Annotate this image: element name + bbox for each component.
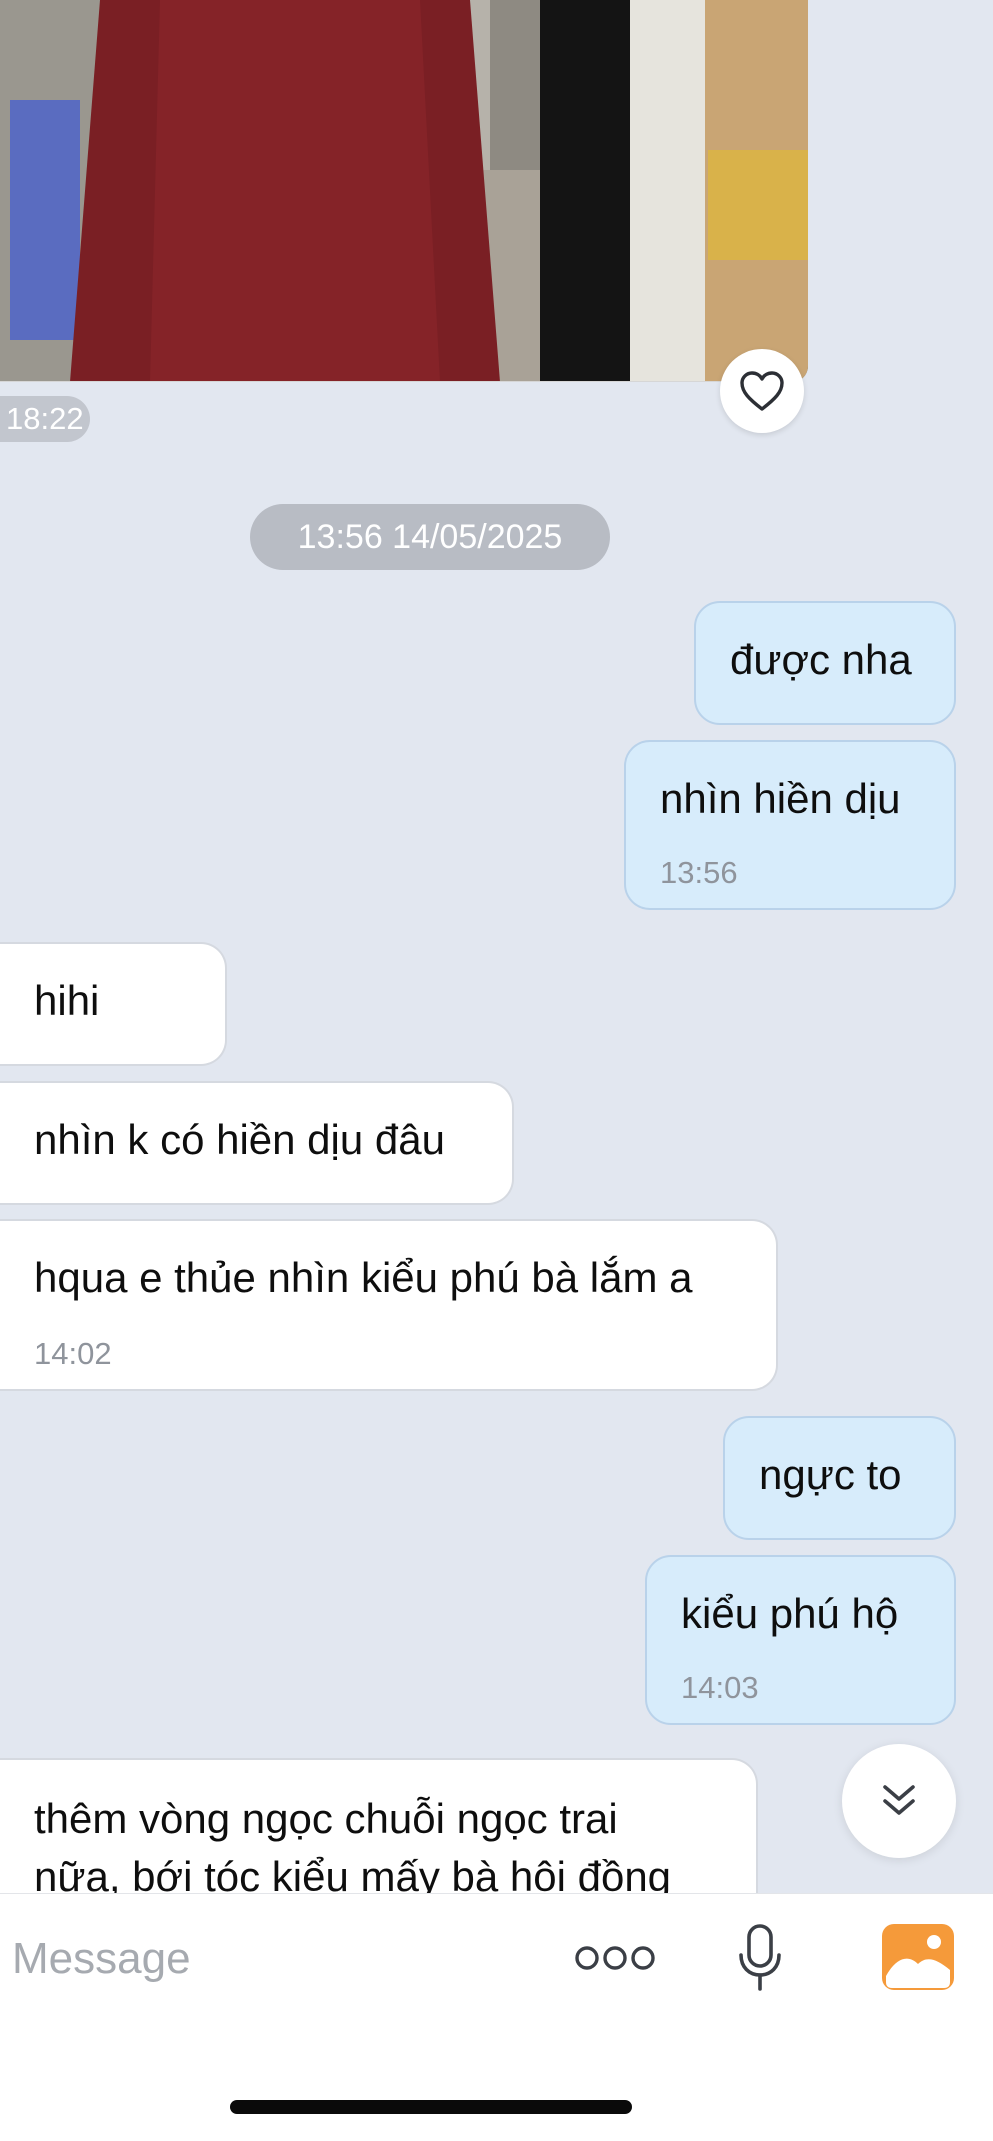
message-text: ngực to <box>759 1451 902 1498</box>
double-chevron-down-icon <box>883 1785 915 1815</box>
gallery-button[interactable] <box>882 1924 954 1990</box>
message-time: 14:02 <box>34 1336 112 1371</box>
message-bubble-received[interactable]: nhìn k có hiền dịu đâu <box>0 1081 514 1205</box>
message-text: nhìn k có hiền dịu đâu <box>34 1116 445 1163</box>
photo-image <box>0 0 808 382</box>
photo-message[interactable] <box>0 0 808 382</box>
more-button[interactable] <box>572 1930 658 1986</box>
home-indicator <box>230 2100 632 2114</box>
more-dots-icon <box>575 1946 655 1970</box>
photo-timestamp: 18:22 <box>0 396 90 442</box>
date-separator: 13:56 14/05/2025 <box>250 504 610 570</box>
message-text: hqua e thủe nhìn kiểu phú bà lắm a <box>34 1254 693 1301</box>
message-text: hihi <box>34 977 100 1024</box>
message-bubble-sent[interactable]: kiểu phú hộ 14:03 <box>645 1555 956 1725</box>
voice-message-button[interactable] <box>728 1916 792 2000</box>
message-bubble-sent[interactable]: được nha <box>694 601 956 725</box>
message-time: 14:03 <box>681 1670 759 1705</box>
microphone-icon <box>739 1924 781 1991</box>
message-bubble-received[interactable]: hihi <box>0 942 227 1066</box>
message-text: thêm vòng ngọc chuỗi ngọc trai <box>34 1795 618 1842</box>
message-bubble-sent[interactable]: ngực to <box>723 1416 956 1540</box>
message-time: 13:56 <box>660 855 738 890</box>
message-composer <box>0 1893 993 2141</box>
message-text: được nha <box>730 636 912 683</box>
message-bubble-received[interactable]: hqua e thủe nhìn kiểu phú bà lắm a 14:02 <box>0 1219 778 1391</box>
message-text: kiểu phú hộ <box>681 1590 899 1637</box>
heart-outline-icon <box>740 371 784 411</box>
photo-gallery-icon <box>882 1924 954 1990</box>
message-bubble-sent[interactable]: nhìn hiền dịu 13:56 <box>624 740 956 910</box>
message-input[interactable] <box>10 1928 514 1990</box>
like-button[interactable] <box>720 349 804 433</box>
scroll-to-bottom-button[interactable] <box>842 1744 956 1858</box>
message-text: nhìn hiền dịu <box>660 775 901 822</box>
